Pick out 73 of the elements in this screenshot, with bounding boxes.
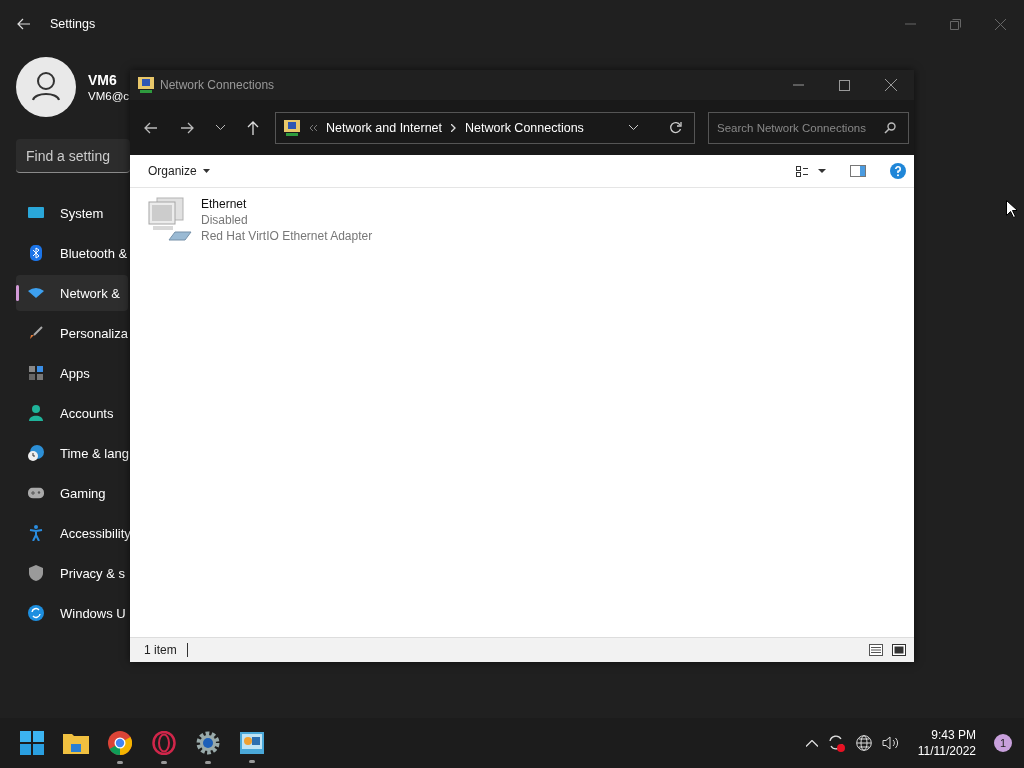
clock[interactable]: 9:43 PM 11/11/2022 — [917, 727, 976, 759]
apps-icon — [29, 366, 43, 380]
forward-arrow-icon[interactable] — [180, 121, 194, 134]
back-arrow-icon[interactable] — [144, 121, 158, 134]
chevron-down-icon[interactable] — [216, 125, 225, 130]
clock-globe-icon — [28, 445, 44, 461]
monitor-icon — [28, 207, 44, 219]
search-field[interactable]: Search Network Connections — [708, 111, 909, 144]
gamepad-icon — [28, 487, 44, 499]
close-icon[interactable] — [885, 79, 897, 91]
nav-item[interactable]: Network & — [16, 275, 128, 311]
user-email: VM6@c — [88, 90, 128, 102]
brush-icon — [29, 326, 43, 340]
network-app-icon[interactable] — [240, 731, 264, 754]
folder-icon[interactable] — [63, 731, 89, 754]
network-folder-icon — [138, 77, 154, 93]
accessibility-icon — [29, 525, 43, 541]
nav-item[interactable]: Gaming — [16, 475, 128, 511]
globe-icon[interactable] — [855, 735, 872, 751]
nav-item[interactable]: Privacy & s — [16, 555, 128, 591]
chevron-right-icon — [451, 123, 457, 132]
help-icon[interactable] — [890, 163, 906, 179]
breadcrumb[interactable]: Network and Internet — [326, 120, 443, 135]
address-bar[interactable]: Network and Internet Network Connections — [275, 111, 695, 144]
preview-pane-icon[interactable] — [850, 165, 866, 177]
double-chevron-icon[interactable] — [309, 124, 317, 131]
adapter-name: Red Hat VirtIO Ethernet Adapter — [201, 228, 373, 244]
nav-item[interactable]: Accounts — [16, 395, 128, 431]
organize-button[interactable]: Organize — [140, 161, 218, 181]
refresh-icon[interactable] — [669, 121, 682, 134]
wifi-icon — [28, 288, 44, 298]
connection-status: Disabled — [201, 212, 249, 228]
start-icon[interactable] — [20, 730, 44, 755]
gear-icon[interactable] — [196, 730, 220, 755]
tiles-view-icon[interactable] — [892, 644, 906, 656]
caret-icon[interactable] — [818, 169, 826, 173]
window-title: Settings — [50, 17, 96, 31]
search-icon — [884, 121, 896, 134]
person-icon — [29, 405, 43, 421]
chevron-down-icon[interactable] — [629, 125, 638, 130]
back-arrow-icon[interactable] — [17, 18, 31, 30]
avatar-icon — [16, 57, 76, 117]
details-view-icon[interactable] — [869, 644, 883, 656]
sync-icon[interactable] — [827, 734, 846, 752]
speaker-icon[interactable] — [881, 736, 900, 750]
network-folder-icon — [284, 119, 300, 136]
chevron-up-icon[interactable] — [805, 739, 818, 747]
maximize-icon[interactable] — [839, 79, 850, 91]
browser-icon[interactable] — [108, 730, 132, 755]
caret-icon — [202, 169, 210, 173]
nav-item[interactable]: Accessibility — [16, 515, 128, 551]
close-icon[interactable] — [995, 18, 1006, 30]
view-icon[interactable] — [796, 165, 808, 177]
nav-item[interactable]: Personaliza — [16, 315, 128, 351]
breadcrumb[interactable]: Network Connections — [465, 120, 584, 135]
connection-name: Ethernet — [201, 196, 248, 212]
notification-badge[interactable]: 1 — [994, 734, 1012, 752]
bluetooth-icon — [30, 245, 42, 261]
ring-icon[interactable] — [152, 730, 176, 755]
cursor-icon — [1006, 200, 1017, 218]
user-name: VM6 — [88, 72, 118, 88]
restore-icon[interactable] — [950, 18, 961, 30]
update-icon — [28, 605, 44, 621]
window-title: Network Connections — [160, 78, 275, 92]
shield-icon — [29, 565, 43, 581]
nav-item[interactable]: System — [16, 195, 128, 231]
up-arrow-icon[interactable] — [247, 120, 259, 135]
item-count: 1 item — [144, 643, 188, 657]
nav-item[interactable]: Windows U — [16, 595, 128, 631]
nav-item[interactable]: Bluetooth & — [16, 235, 128, 271]
nav-item[interactable]: Time & lang — [16, 435, 128, 471]
search-field[interactable]: Find a setting — [16, 139, 130, 173]
nav-item[interactable]: Apps — [16, 355, 128, 391]
